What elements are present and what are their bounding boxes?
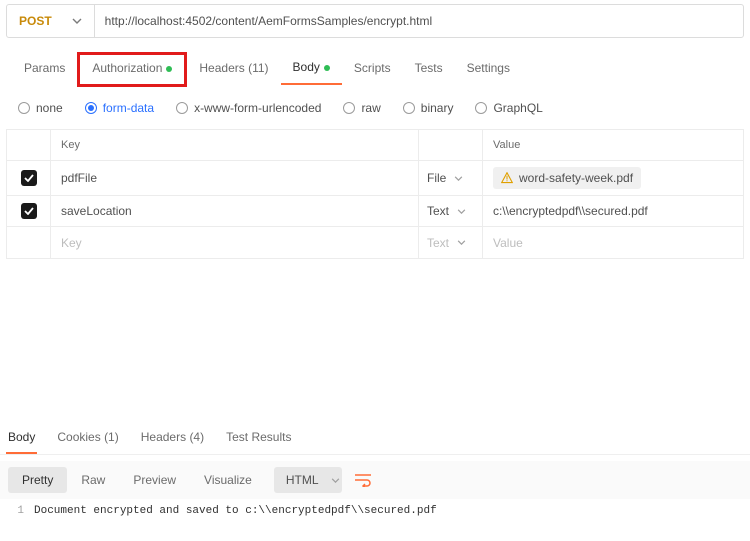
wrap-lines-icon[interactable] bbox=[354, 473, 372, 487]
type-label: Text bbox=[427, 204, 449, 218]
response-tab-cookies[interactable]: Cookies (1) bbox=[55, 424, 120, 454]
body-type-binary[interactable]: binary bbox=[403, 101, 454, 115]
key-cell[interactable]: pdfFile bbox=[51, 161, 419, 195]
chevron-down-icon bbox=[457, 209, 466, 214]
response-tab-headers-label: Headers bbox=[141, 430, 186, 444]
radio-icon bbox=[475, 102, 487, 114]
body-type-urlencoded-label: x-www-form-urlencoded bbox=[194, 101, 321, 115]
tab-params[interactable]: Params bbox=[12, 55, 77, 84]
http-method-label: POST bbox=[19, 14, 52, 28]
view-raw-button[interactable]: Raw bbox=[67, 467, 119, 493]
body-type-form-data[interactable]: form-data bbox=[85, 101, 154, 115]
view-visualize-button[interactable]: Visualize bbox=[190, 467, 266, 493]
response-line: Document encrypted and saved to c:\\encr… bbox=[34, 505, 437, 517]
radio-icon bbox=[18, 102, 30, 114]
response-tab-headers[interactable]: Headers (4) bbox=[139, 424, 206, 454]
column-header-value: Value bbox=[483, 130, 743, 160]
type-select[interactable]: File bbox=[419, 161, 483, 195]
column-header-key: Key bbox=[51, 130, 419, 160]
body-type-urlencoded[interactable]: x-www-form-urlencoded bbox=[176, 101, 321, 115]
response-tab-headers-count: (4) bbox=[189, 430, 204, 444]
tab-body[interactable]: Body bbox=[281, 54, 342, 85]
check-icon bbox=[24, 207, 34, 215]
body-type-graphql[interactable]: GraphQL bbox=[475, 101, 542, 115]
response-tab-body[interactable]: Body bbox=[6, 424, 37, 454]
type-label: Text bbox=[427, 236, 449, 250]
type-label: File bbox=[427, 171, 446, 185]
tab-headers-label: Headers bbox=[199, 61, 244, 75]
radio-icon bbox=[403, 102, 415, 114]
view-preview-button[interactable]: Preview bbox=[119, 467, 190, 493]
table-row: pdfFile File word-safety-week.pdf bbox=[7, 161, 743, 196]
tab-body-label: Body bbox=[293, 60, 320, 74]
request-url-input[interactable] bbox=[95, 5, 743, 37]
response-tab-cookies-count: (1) bbox=[104, 430, 119, 444]
type-select[interactable]: Text bbox=[419, 196, 483, 226]
file-chip[interactable]: word-safety-week.pdf bbox=[493, 167, 641, 189]
tab-tests[interactable]: Tests bbox=[403, 55, 455, 84]
tab-headers-count: (11) bbox=[248, 61, 268, 75]
tab-headers[interactable]: Headers (11) bbox=[187, 55, 280, 84]
chevron-down-icon bbox=[331, 478, 340, 483]
value-cell[interactable]: Value bbox=[483, 227, 743, 258]
tab-authorization-label: Authorization bbox=[92, 61, 162, 75]
status-dot-icon bbox=[324, 65, 330, 71]
chevron-down-icon bbox=[457, 240, 466, 245]
tab-scripts[interactable]: Scripts bbox=[342, 55, 403, 84]
tab-settings[interactable]: Settings bbox=[455, 55, 522, 84]
row-enable-checkbox-empty bbox=[7, 227, 51, 258]
body-type-formdata-label: form-data bbox=[103, 101, 154, 115]
tab-authorization[interactable]: Authorization bbox=[77, 52, 187, 87]
view-pretty-button[interactable]: Pretty bbox=[8, 467, 67, 493]
body-type-raw-label: raw bbox=[361, 101, 380, 115]
radio-icon bbox=[176, 102, 188, 114]
table-row: Key Text Value bbox=[7, 227, 743, 258]
value-cell[interactable]: c:\\encryptedpdf\\secured.pdf bbox=[483, 196, 743, 226]
body-type-graphql-label: GraphQL bbox=[493, 101, 542, 115]
language-label: HTML bbox=[276, 467, 329, 493]
body-type-none-label: none bbox=[36, 101, 63, 115]
column-checkbox bbox=[7, 130, 51, 160]
type-select[interactable]: Text bbox=[419, 227, 483, 258]
line-number: 1 bbox=[8, 505, 34, 517]
key-cell[interactable]: Key bbox=[51, 227, 419, 258]
chevron-down-icon bbox=[72, 18, 82, 24]
row-enable-checkbox[interactable] bbox=[21, 170, 37, 186]
row-enable-checkbox[interactable] bbox=[21, 203, 37, 219]
body-type-raw[interactable]: raw bbox=[343, 101, 380, 115]
http-method-select[interactable]: POST bbox=[7, 5, 95, 37]
response-tab-test-results[interactable]: Test Results bbox=[224, 424, 293, 454]
radio-icon bbox=[343, 102, 355, 114]
body-type-binary-label: binary bbox=[421, 101, 454, 115]
warning-icon bbox=[501, 172, 513, 184]
status-dot-icon bbox=[166, 66, 172, 72]
response-body[interactable]: 1 Document encrypted and saved to c:\\en… bbox=[0, 499, 750, 523]
body-type-none[interactable]: none bbox=[18, 101, 63, 115]
radio-icon bbox=[85, 102, 97, 114]
chevron-down-icon bbox=[454, 176, 463, 181]
column-header-type bbox=[419, 130, 483, 160]
table-row: saveLocation Text c:\\encryptedpdf\\secu… bbox=[7, 196, 743, 227]
language-select[interactable]: HTML bbox=[274, 467, 342, 493]
file-name: word-safety-week.pdf bbox=[519, 171, 633, 185]
key-cell[interactable]: saveLocation bbox=[51, 196, 419, 226]
form-data-table: Key Value pdfFile File word-safety-week.… bbox=[6, 129, 744, 259]
check-icon bbox=[24, 174, 34, 182]
response-tab-cookies-label: Cookies bbox=[57, 430, 100, 444]
